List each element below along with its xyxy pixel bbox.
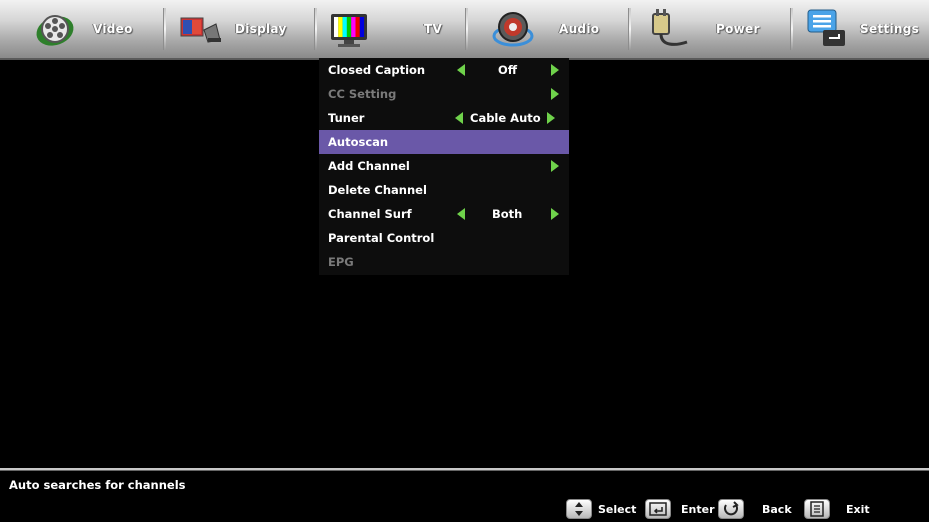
menu-item-label: Closed Caption bbox=[328, 63, 426, 77]
up-down-arrows-icon bbox=[566, 499, 592, 519]
menu-item-epg: EPG bbox=[319, 250, 569, 274]
left-arrow-icon[interactable] bbox=[457, 208, 465, 220]
main-menu-tabbar: Video Display TV Audio Power Settings bbox=[0, 0, 929, 60]
exit-icon bbox=[804, 499, 830, 519]
speaker-icon bbox=[492, 12, 534, 47]
menu-item-autoscan[interactable]: Autoscan bbox=[319, 130, 569, 154]
menu-item-label: CC Setting bbox=[328, 87, 397, 101]
menu-item-closed-caption[interactable]: Closed Caption Off bbox=[319, 58, 569, 82]
display-icon bbox=[180, 17, 221, 43]
back-arrow-icon bbox=[718, 499, 744, 519]
hint-exit: Exit bbox=[846, 503, 870, 516]
hint-select: Select bbox=[598, 503, 637, 516]
tab-settings-label: Settings bbox=[860, 22, 920, 36]
enter-key-icon bbox=[645, 499, 671, 519]
right-arrow-icon[interactable] bbox=[551, 160, 559, 172]
tab-tv[interactable]: TV bbox=[317, 0, 465, 58]
menu-item-channel-surf[interactable]: Channel Surf Both bbox=[319, 202, 569, 226]
menu-item-add-channel[interactable]: Add Channel bbox=[319, 154, 569, 178]
tab-settings[interactable]: Settings bbox=[793, 0, 929, 58]
menu-item-label: Tuner bbox=[328, 111, 365, 125]
menu-item-parental-control[interactable]: Parental Control bbox=[319, 226, 569, 250]
menu-item-cc-setting: CC Setting bbox=[319, 82, 569, 106]
menu-item-label: Parental Control bbox=[328, 231, 435, 245]
left-arrow-icon[interactable] bbox=[455, 112, 463, 124]
right-arrow-icon[interactable] bbox=[547, 112, 555, 124]
tab-display-label: Display bbox=[235, 22, 287, 36]
menu-item-label: Add Channel bbox=[328, 159, 410, 173]
menu-item-tuner[interactable]: Tuner Cable Auto bbox=[319, 106, 569, 130]
tab-power[interactable]: Power bbox=[631, 0, 790, 58]
menu-item-label: Delete Channel bbox=[328, 183, 427, 197]
right-arrow-icon[interactable] bbox=[551, 208, 559, 220]
help-text: Auto searches for channels bbox=[9, 478, 186, 492]
power-plug-icon bbox=[652, 9, 688, 46]
tab-audio-label: Audio bbox=[559, 22, 600, 36]
settings-icon bbox=[807, 9, 845, 46]
menu-item-label: EPG bbox=[328, 255, 354, 269]
hint-back: Back bbox=[762, 503, 792, 516]
menu-item-value: Cable Auto bbox=[470, 111, 541, 125]
tv-icon bbox=[331, 14, 367, 47]
hint-enter: Enter bbox=[681, 503, 715, 516]
menu-item-value: Off bbox=[498, 63, 518, 77]
menu-item-value: Both bbox=[492, 207, 523, 221]
tab-power-label: Power bbox=[716, 22, 760, 36]
tv-settings-menu: Closed Caption Off CC Setting Tuner Cabl… bbox=[319, 58, 569, 275]
menu-item-label: Autoscan bbox=[328, 135, 389, 149]
tab-video[interactable]: Video bbox=[0, 0, 163, 58]
tab-tv-label: TV bbox=[424, 22, 443, 36]
right-arrow-icon bbox=[551, 88, 559, 100]
menu-item-delete-channel[interactable]: Delete Channel bbox=[319, 178, 569, 202]
tab-audio[interactable]: Audio bbox=[468, 0, 628, 58]
right-arrow-icon[interactable] bbox=[551, 64, 559, 76]
tab-video-label: Video bbox=[93, 22, 133, 36]
help-bar: Auto searches for channels Select Enter … bbox=[0, 468, 929, 522]
film-reel-icon bbox=[36, 15, 74, 46]
left-arrow-icon[interactable] bbox=[457, 64, 465, 76]
tab-display[interactable]: Display bbox=[166, 0, 314, 58]
menu-item-label: Channel Surf bbox=[328, 207, 412, 221]
